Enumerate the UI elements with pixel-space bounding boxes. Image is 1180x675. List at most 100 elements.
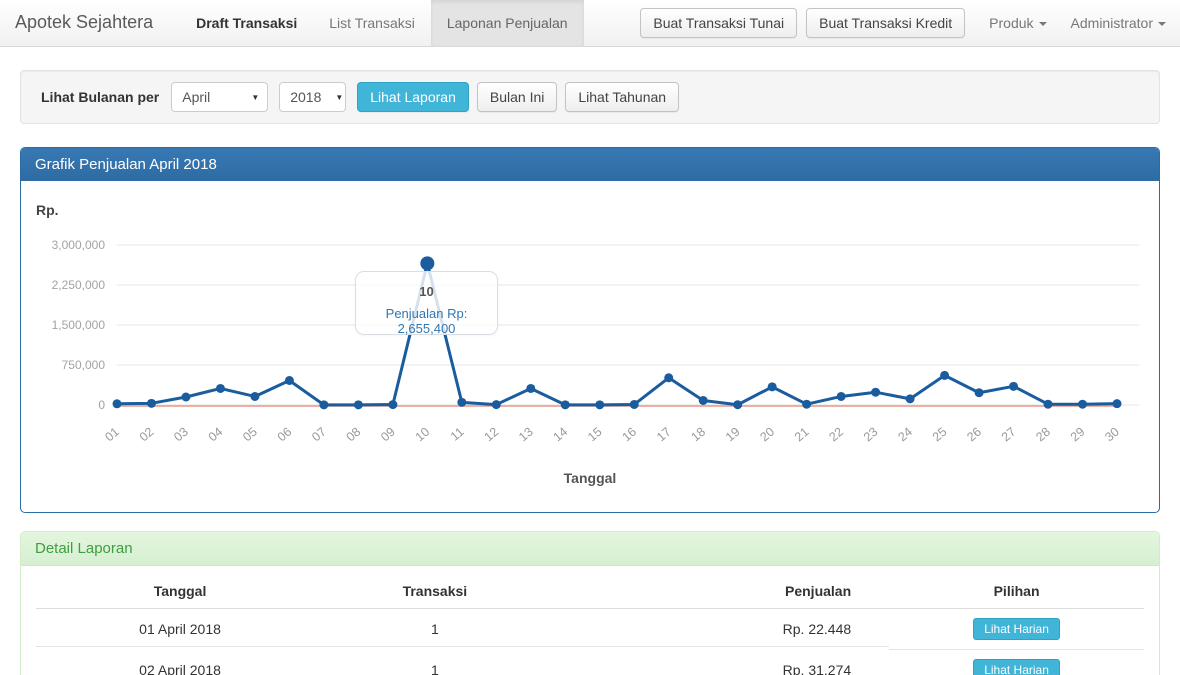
cell-transaksi: 1 — [324, 653, 546, 675]
x-tick-label: 26 — [964, 425, 984, 445]
x-tick-label: 30 — [1102, 425, 1122, 445]
select-caret-icon: ▼ — [251, 93, 259, 102]
x-tick-label: 17 — [654, 425, 674, 445]
x-tick-label: 20 — [757, 425, 777, 445]
x-tick-label: 10 — [413, 425, 433, 445]
x-tick-label: 28 — [1033, 425, 1053, 445]
data-point-01[interactable] — [113, 399, 122, 408]
x-tick-label: 22 — [826, 425, 846, 445]
data-point-03[interactable] — [181, 393, 190, 402]
data-point-29[interactable] — [1078, 400, 1087, 409]
chart-tooltip: 10 Penjualan Rp: 2,655,400 — [355, 271, 498, 335]
x-tick-label: 02 — [137, 425, 157, 445]
x-tick-label: 11 — [448, 425, 467, 444]
filter-label: Lihat Bulanan per — [41, 89, 159, 105]
bulan-ini-button[interactable]: Bulan Ini — [477, 82, 557, 112]
data-point-10[interactable] — [420, 256, 434, 270]
caret-down-icon — [1039, 22, 1047, 26]
data-point-09[interactable] — [388, 400, 397, 409]
month-select[interactable]: April ▼ — [171, 82, 268, 112]
cell-penjualan: Rp. 31.274 — [546, 653, 889, 675]
column-header-tanggal: Tanggal — [36, 575, 324, 609]
y-tick-label: 0 — [98, 398, 105, 412]
detail-panel: Detail Laporan TanggalTransaksiPenjualan… — [20, 531, 1160, 675]
x-tick-label: 12 — [482, 425, 502, 445]
data-point-26[interactable] — [975, 388, 984, 397]
data-point-21[interactable] — [802, 400, 811, 409]
data-point-30[interactable] — [1113, 399, 1122, 408]
data-point-24[interactable] — [906, 394, 915, 403]
x-tick-label: 18 — [688, 425, 708, 445]
nav-item-laponan-penjualan[interactable]: Laponan Penjualan — [431, 0, 584, 46]
x-tick-label: 08 — [344, 425, 364, 445]
data-point-05[interactable] — [250, 392, 259, 401]
x-tick-label: 01 — [102, 425, 122, 445]
data-point-16[interactable] — [630, 400, 639, 409]
data-point-17[interactable] — [664, 373, 673, 382]
x-tick-label: 29 — [1068, 425, 1088, 445]
app-brand[interactable]: Apotek Sejahtera — [0, 0, 168, 46]
data-point-25[interactable] — [940, 371, 949, 380]
lihat-harian-button[interactable]: Lihat Harian — [973, 618, 1060, 640]
chart-body: Rp. 0750,0001,500,0002,250,0003,000,0000… — [21, 181, 1159, 512]
table-header-row: TanggalTransaksiPenjualanPilihan — [36, 575, 1144, 609]
detail-table: TanggalTransaksiPenjualanPilihan01 April… — [21, 566, 1159, 675]
cell-penjualan: Rp. 22.448 — [546, 612, 889, 647]
cell-pilihan: Lihat Harian — [889, 650, 1144, 675]
lihat-tahunan-button[interactable]: Lihat Tahunan — [565, 82, 679, 112]
data-point-27[interactable] — [1009, 382, 1018, 391]
x-tick-label: 23 — [861, 425, 881, 445]
buat-transaksi-tunai-button[interactable]: Buat Transaksi Tunai — [640, 8, 797, 38]
x-tick-label: 04 — [206, 425, 226, 445]
cell-pilihan: Lihat Harian — [889, 609, 1144, 650]
data-point-02[interactable] — [147, 399, 156, 408]
x-tick-label: 19 — [723, 425, 743, 445]
detail-panel-title: Detail Laporan — [21, 532, 1159, 566]
year-select[interactable]: 2018 ▼ — [279, 82, 346, 112]
data-point-04[interactable] — [216, 384, 225, 393]
data-point-22[interactable] — [837, 392, 846, 401]
chart-panel: Grafik Penjualan April 2018 Rp. 0750,000… — [20, 147, 1160, 513]
lihat-harian-button[interactable]: Lihat Harian — [973, 659, 1060, 675]
navbar-right: Buat Transaksi Tunai Buat Transaksi Kred… — [631, 0, 1180, 46]
main-nav: Draft TransaksiList TransaksiLaponan Pen… — [180, 0, 583, 46]
nav-item-list-transaksi[interactable]: List Transaksi — [313, 0, 431, 46]
produk-dropdown[interactable]: Produk — [989, 15, 1046, 31]
chart-panel-title: Grafik Penjualan April 2018 — [21, 148, 1159, 181]
data-point-06[interactable] — [285, 376, 294, 385]
y-tick-label: 1,500,000 — [52, 318, 106, 332]
table-row: 02 April 20181Rp. 31.274 Lihat Harian — [36, 650, 1144, 675]
data-point-12[interactable] — [492, 400, 501, 409]
data-point-07[interactable] — [319, 400, 328, 409]
lihat-laporan-button[interactable]: Lihat Laporan — [357, 82, 469, 112]
month-select-value: April — [182, 89, 210, 105]
data-point-19[interactable] — [733, 400, 742, 409]
cell-tanggal: 02 April 2018 — [36, 653, 324, 675]
administrator-dropdown[interactable]: Administrator — [1071, 15, 1166, 31]
data-point-14[interactable] — [561, 400, 570, 409]
cell-tanggal: 01 April 2018 — [36, 612, 324, 647]
y-tick-label: 2,250,000 — [52, 278, 106, 292]
x-tick-label: 07 — [309, 425, 329, 445]
x-tick-label: 13 — [516, 425, 536, 445]
data-point-28[interactable] — [1044, 400, 1053, 409]
data-point-15[interactable] — [595, 400, 604, 409]
sales-line-chart: 0750,0001,500,0002,250,0003,000,00001020… — [21, 181, 1159, 467]
data-point-08[interactable] — [354, 400, 363, 409]
data-point-13[interactable] — [526, 384, 535, 393]
x-tick-label: 03 — [171, 425, 191, 445]
navbar: Apotek Sejahtera Draft TransaksiList Tra… — [0, 0, 1180, 47]
data-point-18[interactable] — [699, 396, 708, 405]
x-tick-label: 21 — [792, 425, 812, 445]
data-point-11[interactable] — [457, 398, 466, 407]
data-point-23[interactable] — [871, 388, 880, 397]
produk-dropdown-label: Produk — [989, 15, 1033, 31]
buat-transaksi-kredit-button[interactable]: Buat Transaksi Kredit — [806, 8, 965, 38]
tooltip-value: Penjualan Rp: 2,655,400 — [356, 306, 497, 336]
cell-transaksi: 1 — [324, 612, 546, 647]
nav-item-draft-transaksi[interactable]: Draft Transaksi — [180, 0, 313, 46]
column-header-penjualan: Penjualan — [546, 575, 889, 609]
x-tick-label: 14 — [551, 425, 571, 445]
year-select-value: 2018 — [290, 89, 321, 105]
data-point-20[interactable] — [768, 382, 777, 391]
